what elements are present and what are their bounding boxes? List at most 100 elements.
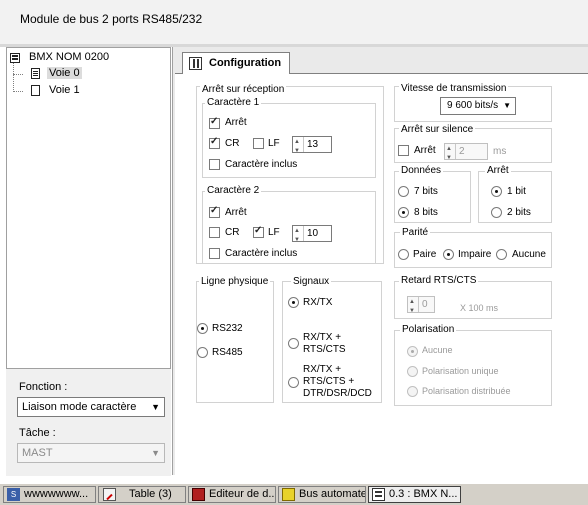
tab-label: Configuration [209, 57, 282, 69]
ligne-rs232-label: RS232 [212, 323, 243, 334]
silence-unit: ms [493, 146, 507, 157]
car2-arret-label: Arrêt [225, 207, 247, 218]
chevron-down-icon: ▼ [151, 402, 160, 412]
spinner-arrows-icon[interactable] [293, 224, 304, 248]
taskbar-item-table[interactable]: Table (3) [98, 486, 186, 503]
parite-paire-radio[interactable] [398, 249, 409, 260]
car1-arret-checkbox[interactable] [209, 116, 220, 129]
spinner-arrows-icon[interactable] [408, 295, 419, 319]
polarisation-aucune-label: Aucune [422, 345, 453, 355]
car2-arret-checkbox[interactable] [209, 205, 220, 218]
parite-impaire-radio[interactable] [443, 249, 454, 260]
retard-value-spinner[interactable]: 0 [407, 295, 435, 319]
tree-item-label: Voie 0 [47, 67, 82, 79]
vitesse-value: 9 600 bits/s [447, 100, 499, 111]
fonction-value: Liaison mode caractère [22, 401, 137, 413]
car1-inclus-checkbox[interactable] [209, 159, 220, 170]
silence-arret-checkbox[interactable] [398, 145, 409, 156]
table-icon [103, 488, 116, 501]
fonction-select[interactable]: Liaison mode caractère ▼ [17, 397, 165, 417]
vitesse-dropdown[interactable]: 9 600 bits/s ▼ [440, 97, 516, 115]
taskbar-item-label: Editeur de d... [209, 488, 276, 500]
fonction-label: Fonction : [19, 381, 68, 393]
editor-icon [192, 488, 205, 501]
arret-2bits-radio[interactable] [491, 207, 502, 218]
parite-impaire-label: Impaire [458, 249, 492, 260]
car1-cr-checkbox[interactable] [209, 136, 220, 149]
silence-value-spinner[interactable]: 2 [444, 142, 488, 166]
vitesse-title: Vitesse de transmission [399, 83, 509, 94]
ligne-rs485-radio[interactable] [197, 347, 208, 358]
tree-connector [13, 74, 23, 75]
arret-1bit-label: 1 bit [507, 186, 526, 197]
arret-1bit-radio[interactable] [491, 186, 502, 197]
taskbar-item-module[interactable]: 0.3 : BMX N... [368, 486, 461, 503]
polarisation-aucune-radio[interactable] [407, 346, 418, 357]
signaux-rxtx-radio[interactable] [288, 297, 299, 308]
retard-title: Retard RTS/CTS [399, 275, 479, 286]
arret-reception-title: Arrêt sur réception [200, 84, 287, 95]
polarisation-distribuee-label: Polarisation distribuée [422, 386, 511, 396]
tree-connector [13, 91, 23, 92]
channel-icon [31, 68, 40, 79]
donnees-8bits-radio[interactable] [398, 207, 409, 218]
signaux-title: Signaux [291, 276, 332, 287]
ligne-physique-group [196, 281, 274, 403]
donnees-7bits-radio[interactable] [398, 186, 409, 197]
taskbar-item-bus[interactable]: Bus automate [278, 486, 366, 503]
spinner-arrows-icon[interactable] [293, 135, 304, 159]
signaux-dtr-label-3: DTR/DSR/DCD [303, 388, 372, 399]
arret-bits-title: Arrêt [485, 165, 511, 176]
module-icon [372, 488, 385, 501]
taskbar-item-www[interactable]: S wwwwwww... [3, 486, 96, 503]
bus-icon [282, 488, 295, 501]
car1-value-spinner[interactable]: 13 [292, 135, 332, 159]
tache-label: Tâche : [19, 427, 56, 439]
chevron-down-icon: ▼ [503, 101, 511, 110]
taskbar-item-label: wwwwwww... [24, 488, 89, 500]
configuration-icon [189, 57, 202, 70]
module-icon [10, 53, 20, 63]
arret-2bits-label: 2 bits [507, 207, 531, 218]
signaux-dtr-radio[interactable] [288, 377, 299, 388]
car2-cr-checkbox[interactable] [209, 227, 220, 238]
tree-item-label: Voie 1 [49, 84, 80, 96]
car2-value: 10 [307, 228, 319, 239]
spinner-arrows-icon[interactable] [445, 142, 456, 166]
car1-value: 13 [307, 139, 319, 150]
parite-paire-label: Paire [413, 249, 437, 260]
car2-lf-checkbox[interactable] [253, 225, 264, 238]
signaux-rtscts-label-2: RTS/CTS [303, 344, 346, 355]
parite-aucune-label: Aucune [512, 249, 546, 260]
ligne-rs232-radio[interactable] [197, 323, 208, 334]
tache-select[interactable]: MAST ▼ [17, 443, 165, 463]
taskbar-item-label: Table (3) [129, 488, 172, 500]
donnees-title: Données [399, 165, 444, 176]
taskbar-item-editeur[interactable]: Editeur de d... [188, 486, 276, 503]
polarisation-unique-radio[interactable] [407, 366, 418, 377]
polarisation-unique-label: Polarisation unique [422, 366, 499, 376]
signaux-rtscts-label-1: RX/TX + [303, 332, 342, 343]
task-panel: Fonction : Liaison mode caractère ▼ Tâch… [6, 368, 171, 476]
donnees-8bits-label: 8 bits [414, 207, 438, 218]
tab-configuration[interactable]: Configuration [182, 52, 290, 74]
silence-value: 2 [459, 146, 465, 157]
car1-lf-checkbox[interactable] [253, 138, 264, 149]
signaux-dtr-label-2: RTS/CTS + [303, 376, 355, 387]
car2-lf-label: LF [268, 227, 280, 238]
signaux-rtscts-radio[interactable] [288, 338, 299, 349]
polarisation-title: Polarisation [400, 324, 457, 335]
car2-value-spinner[interactable]: 10 [292, 224, 332, 248]
retard-unit: X 100 ms [460, 303, 499, 313]
silence-arret-label: Arrêt [414, 145, 436, 156]
taskbar-item-label: 0.3 : BMX N... [389, 488, 458, 500]
channel-icon [31, 85, 40, 96]
taskbar-item-label: Bus automate [299, 488, 366, 500]
tache-value: MAST [22, 447, 53, 459]
caractere-2-title: Caractère 2 [205, 185, 262, 196]
tree-root-label: BMX NOM 0200 [29, 51, 110, 63]
polarisation-distribuee-radio[interactable] [407, 386, 418, 397]
car2-inclus-checkbox[interactable] [209, 248, 220, 259]
signaux-rxtx-label: RX/TX [303, 297, 333, 308]
parite-aucune-radio[interactable] [496, 249, 507, 260]
